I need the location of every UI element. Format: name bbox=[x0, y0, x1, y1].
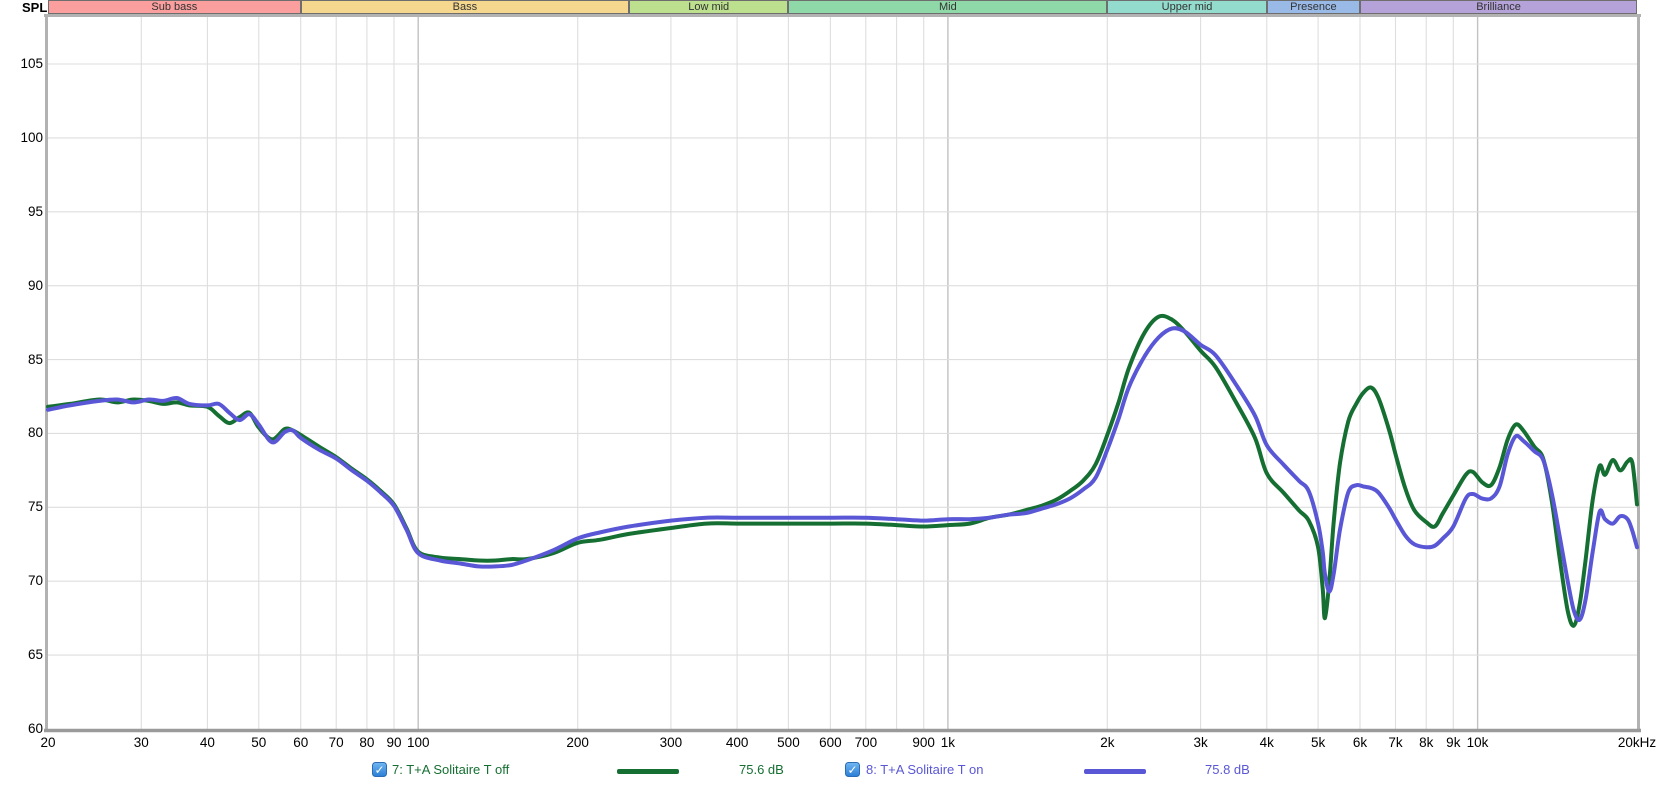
x-tick-label-30: 30 bbox=[134, 735, 149, 750]
x-tick-label-40: 40 bbox=[200, 735, 215, 750]
y-tick-label-95: 95 bbox=[3, 204, 43, 219]
legend-line-swatch-2 bbox=[1084, 769, 1146, 774]
y-tick-label-75: 75 bbox=[3, 499, 43, 514]
x-tick-label-8k: 8k bbox=[1419, 735, 1433, 750]
x-tick-label-60: 60 bbox=[293, 735, 308, 750]
y-tick-label-85: 85 bbox=[3, 352, 43, 367]
legend-avg-db-2: 75.8 dB bbox=[1205, 762, 1250, 777]
x-tick-label-10k: 10k bbox=[1467, 735, 1489, 750]
x-tick-label-6k: 6k bbox=[1353, 735, 1367, 750]
x-tick-label-20: 20 bbox=[40, 735, 55, 750]
x-tick-label-1k: 1k bbox=[941, 735, 955, 750]
y-tick-label-90: 90 bbox=[3, 278, 43, 293]
x-tick-label-9k: 9k bbox=[1446, 735, 1460, 750]
y-tick-label-80: 80 bbox=[3, 425, 43, 440]
legend-label-1: 7: T+A Solitaire T off bbox=[392, 762, 509, 777]
x-tick-label-700: 700 bbox=[855, 735, 878, 750]
legend-avg-db-1: 75.6 dB bbox=[739, 762, 784, 777]
x-tick-label-90: 90 bbox=[386, 735, 401, 750]
x-tick-label-5k: 5k bbox=[1311, 735, 1325, 750]
y-tick-label-105: 105 bbox=[3, 56, 43, 71]
x-tick-label-7k: 7k bbox=[1388, 735, 1402, 750]
y-tick-label-100: 100 bbox=[3, 130, 43, 145]
x-tick-label-300: 300 bbox=[660, 735, 683, 750]
x-tick-label-100: 100 bbox=[407, 735, 430, 750]
x-tick-label-900: 900 bbox=[912, 735, 935, 750]
legend-checkbox-2[interactable]: ✓ bbox=[845, 762, 860, 777]
x-tick-label-500: 500 bbox=[777, 735, 800, 750]
x-tick-label-70: 70 bbox=[329, 735, 344, 750]
y-tick-label-65: 65 bbox=[3, 647, 43, 662]
y-tick-label-70: 70 bbox=[3, 573, 43, 588]
x-tick-label-80: 80 bbox=[359, 735, 374, 750]
y-tick-label-60: 60 bbox=[3, 721, 43, 736]
trace-8-t-a-solitaire-t-on bbox=[48, 328, 1637, 620]
x-tick-label-600: 600 bbox=[819, 735, 842, 750]
plot-area bbox=[0, 0, 1665, 790]
x-tick-label-200: 200 bbox=[566, 735, 589, 750]
legend-line-swatch-1 bbox=[617, 769, 679, 774]
legend-checkbox-1[interactable]: ✓ bbox=[372, 762, 387, 777]
x-tick-label-20khz: 20kHz bbox=[1618, 735, 1656, 750]
x-tick-label-3k: 3k bbox=[1193, 735, 1207, 750]
x-tick-label-50: 50 bbox=[251, 735, 266, 750]
x-tick-label-2k: 2k bbox=[1100, 735, 1114, 750]
x-tick-label-4k: 4k bbox=[1260, 735, 1274, 750]
legend-label-2: 8: T+A Solitaire T on bbox=[866, 762, 983, 777]
x-tick-label-400: 400 bbox=[726, 735, 749, 750]
trace-7-t-a-solitaire-t-off bbox=[48, 316, 1637, 626]
frequency-response-chart: SPL Sub bassBassLow midMidUpper midPrese… bbox=[0, 0, 1665, 790]
